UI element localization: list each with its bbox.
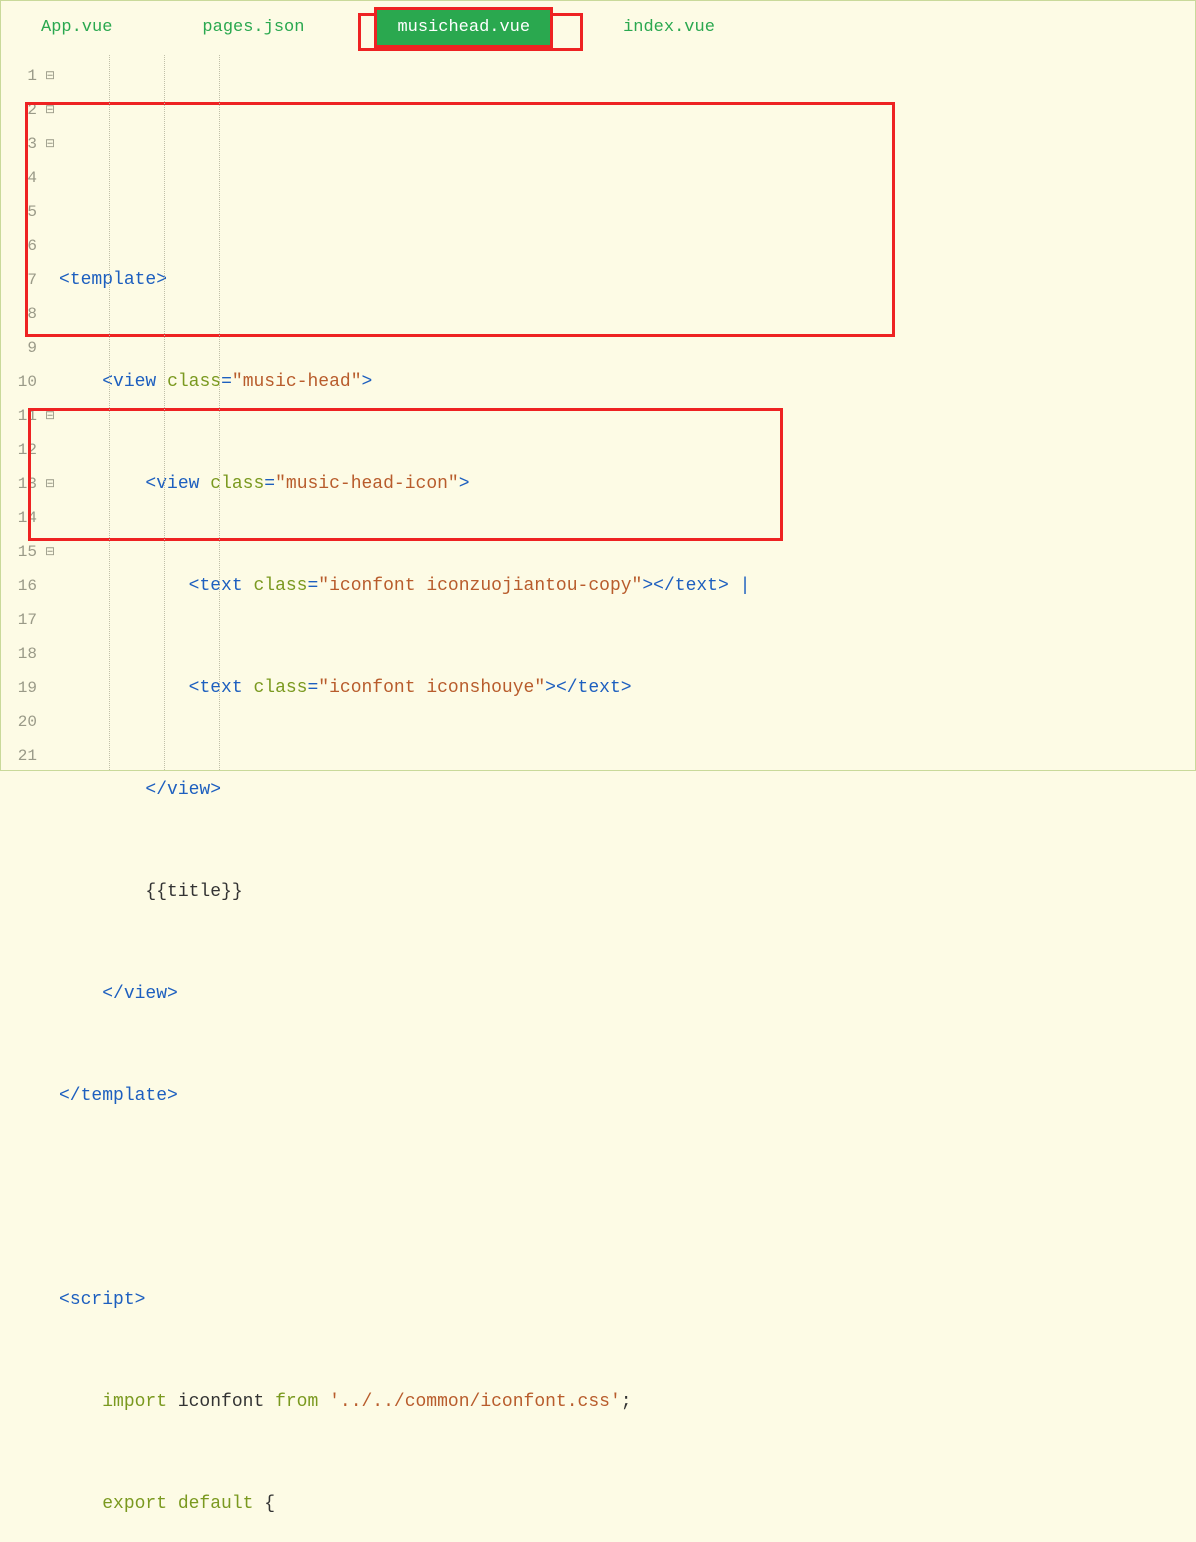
code-line: {{title}} [59, 875, 1195, 909]
code-line [59, 1181, 1195, 1215]
code-line: <text class="iconfont iconzuojiantou-cop… [59, 569, 1195, 603]
code-editor: App.vue pages.json musichead.vue index.v… [0, 0, 1196, 771]
code-line: <text class="iconfont iconshouye"></text… [59, 671, 1195, 705]
code-line: import iconfont from '../../common/iconf… [59, 1385, 1195, 1419]
code-line: <view class="music-head-icon"> [59, 467, 1195, 501]
code-line: <template> [59, 263, 1195, 297]
fold-icon[interactable]: ⊟ [41, 93, 59, 127]
tab-pages-json[interactable]: pages.json [182, 10, 324, 45]
code-area[interactable]: 123 456 789 101112 131415 161718 192021 … [1, 55, 1195, 770]
code-line: </template> [59, 1079, 1195, 1113]
fold-icon[interactable]: ⊟ [41, 59, 59, 93]
tab-bar: App.vue pages.json musichead.vue index.v… [1, 1, 1195, 55]
fold-gutter: ⊟ ⊟ ⊟ ⊟ ⊟ ⊟ [41, 55, 59, 770]
tab-musichead-vue[interactable]: musichead.vue [374, 7, 553, 48]
tab-index-vue[interactable]: index.vue [603, 10, 735, 45]
line-number-gutter: 123 456 789 101112 131415 161718 192021 [1, 55, 41, 770]
fold-icon[interactable]: ⊟ [41, 127, 59, 161]
fold-icon[interactable]: ⊟ [41, 399, 59, 433]
code-line: </view> [59, 773, 1195, 807]
code-line: <script> [59, 1283, 1195, 1317]
fold-icon[interactable]: ⊟ [41, 467, 59, 501]
code-line: <view class="music-head"> [59, 365, 1195, 399]
code-line: </view> [59, 977, 1195, 1011]
fold-icon[interactable]: ⊟ [41, 535, 59, 569]
code-line: export default { [59, 1487, 1195, 1521]
tab-app-vue[interactable]: App.vue [21, 10, 132, 45]
code-content[interactable]: <template> <view class="music-head"> <vi… [59, 55, 1195, 770]
